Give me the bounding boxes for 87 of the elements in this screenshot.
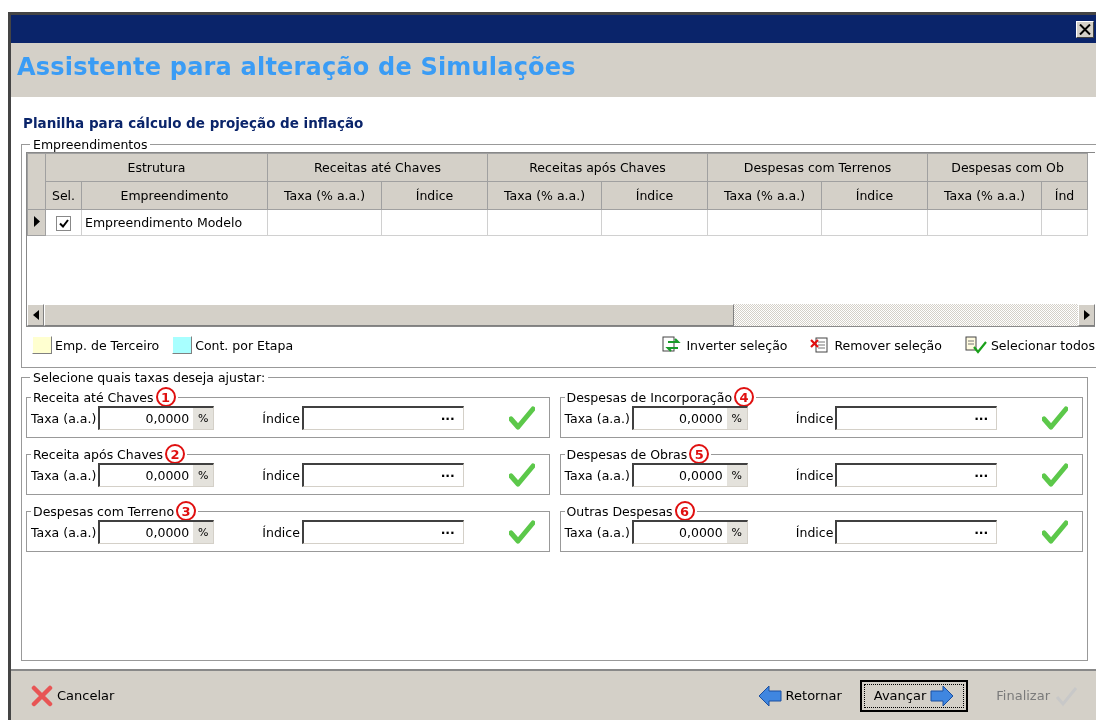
column-header[interactable]: Índice — [601, 181, 708, 210]
column-header[interactable]: Taxa (% a.a.) — [927, 181, 1042, 210]
column-header[interactable]: Índice — [821, 181, 928, 210]
close-button[interactable] — [1076, 20, 1094, 38]
checkbox[interactable] — [56, 215, 71, 231]
field-label: Índice — [262, 410, 300, 426]
rate-field[interactable]: 0,0000 % — [98, 406, 215, 430]
document-remove-icon — [810, 336, 831, 354]
index-field[interactable]: ... — [835, 520, 998, 544]
close-icon — [1079, 23, 1091, 35]
legend-label: Cont. por Etapa — [195, 337, 294, 353]
number-badge: 3 — [176, 501, 197, 521]
legend-label: Emp. de Terceiro — [55, 337, 160, 353]
field-label: Índice — [262, 524, 300, 540]
column-group-header: Despesas com Terrenos — [707, 153, 928, 182]
group-title: Receita após Chaves — [33, 446, 164, 462]
rate-field[interactable]: 0,0000 % — [631, 406, 748, 430]
left-arrow-icon — [757, 684, 782, 707]
scroll-right-icon[interactable] — [1083, 310, 1090, 320]
browse-button[interactable]: ... — [440, 522, 463, 543]
column-header[interactable]: Taxa (% a.a.) — [487, 181, 602, 210]
horizontal-scrollbar[interactable] — [27, 304, 1095, 326]
number-badge: 2 — [165, 444, 186, 464]
column-header[interactable]: Taxa (% a.a.) — [707, 181, 822, 210]
group-title: Receita até Chaves — [33, 389, 154, 405]
index-field[interactable]: ... — [301, 463, 464, 487]
index-field[interactable]: ... — [301, 520, 464, 544]
browse-button[interactable]: ... — [440, 408, 463, 429]
column-header[interactable]: Empreendimento — [81, 181, 268, 210]
percent-button[interactable]: % — [193, 465, 214, 486]
swap-icon — [662, 336, 683, 354]
browse-button[interactable]: ... — [974, 522, 997, 543]
field-label: Taxa (a.a.) — [564, 467, 630, 483]
column-group-header: Despesas com Ob — [927, 153, 1088, 182]
percent-button[interactable]: % — [726, 522, 747, 543]
scroll-left-icon[interactable] — [32, 310, 39, 320]
column-group-header: Receitas até Chaves — [267, 153, 488, 182]
next-button[interactable]: Avançar — [859, 679, 969, 712]
document-check-icon — [964, 336, 987, 354]
group-title: Despesas com Terreno — [33, 503, 175, 519]
field-label: Taxa (a.a.) — [31, 410, 97, 426]
column-group-header: Estrutura — [45, 153, 268, 182]
rate-field[interactable]: 0,0000 % — [631, 463, 748, 487]
browse-button[interactable]: ... — [974, 465, 997, 486]
rate-field[interactable]: 0,0000 % — [631, 520, 748, 544]
rate-field[interactable]: 0,0000 % — [98, 463, 215, 487]
group-legend: Empreendimentos — [30, 137, 151, 152]
close-icon — [31, 684, 53, 707]
field-label: Índice — [795, 410, 834, 426]
group-title: Despesas de Obras — [566, 446, 688, 462]
index-field[interactable]: ... — [835, 463, 998, 487]
percent-button[interactable]: % — [726, 408, 747, 429]
field-label: Taxa (a.a.) — [564, 410, 630, 426]
index-field[interactable]: ... — [835, 406, 998, 430]
toolbar-link[interactable]: Remover seleção — [810, 336, 942, 354]
browse-button[interactable]: ... — [440, 465, 463, 486]
number-badge: 1 — [155, 387, 176, 407]
column-header[interactable]: Índice — [381, 181, 488, 210]
index-field[interactable]: ... — [301, 406, 464, 430]
group-legend: Selecione quais taxas deseja ajustar: — [30, 370, 269, 385]
right-arrow-icon — [930, 684, 955, 707]
table-cell: Empreendimento Modelo — [81, 209, 268, 236]
toolbar-link[interactable]: Selecionar todos — [964, 336, 1095, 354]
group-title: Outras Despesas — [566, 503, 673, 519]
column-group-header: Receitas após Chaves — [487, 153, 708, 182]
field-label: Índice — [795, 467, 834, 483]
number-badge: 6 — [674, 501, 695, 521]
percent-button[interactable]: % — [193, 522, 214, 543]
field-label: Taxa (a.a.) — [31, 524, 97, 540]
cancel-button[interactable]: Cancelar — [23, 679, 123, 712]
percent-button[interactable]: % — [726, 465, 747, 486]
scrollbar-thumb[interactable] — [44, 304, 734, 326]
field-label: Taxa (a.a.) — [31, 467, 97, 483]
field-label: Índice — [795, 524, 834, 540]
window-title: Assistente para alteração de Simulações — [17, 53, 576, 81]
rate-field[interactable]: 0,0000 % — [98, 520, 215, 544]
field-label: Índice — [262, 467, 300, 483]
browse-button[interactable]: ... — [974, 408, 997, 429]
back-button[interactable]: Retornar — [749, 679, 850, 712]
column-header[interactable]: Taxa (% a.a.) — [267, 181, 382, 210]
number-badge: 4 — [734, 387, 755, 407]
toolbar-link[interactable]: Inverter seleção — [662, 336, 788, 354]
percent-button[interactable]: % — [193, 408, 214, 429]
section-title: Planilha para cálculo de projeção de inflação — [22, 114, 365, 133]
group-title: Despesas de Incorporação — [566, 389, 733, 405]
field-label: Taxa (a.a.) — [564, 524, 630, 540]
number-badge: 5 — [689, 444, 710, 464]
